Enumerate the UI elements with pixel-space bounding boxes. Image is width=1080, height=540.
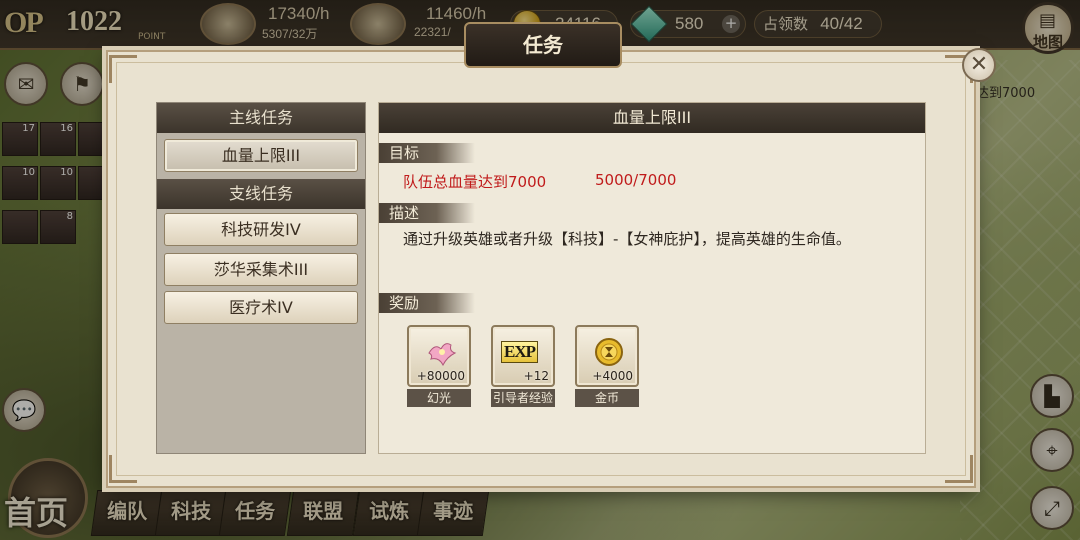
- flower-icon: [428, 343, 457, 367]
- task-dialog: 任务 ✕ 主线任务 血量上限III 支线任务 科技研发IV 莎华采集术III 医…: [106, 22, 996, 488]
- task-detail-title: 血量上限III: [379, 103, 925, 133]
- reward-name: 金币: [575, 389, 639, 407]
- task-item-tech-research-iv[interactable]: 科技研发IV: [164, 213, 358, 246]
- reward-item[interactable]: EXP +12 引导者经验: [491, 325, 555, 407]
- reward-slot: +80000: [407, 325, 471, 387]
- main-task-header: 主线任务: [157, 103, 365, 133]
- goal-description: 队伍总血量达到7000: [403, 173, 547, 191]
- side-task-header: 支线任务: [157, 179, 365, 209]
- gold-coin-icon: [595, 338, 623, 366]
- reward-amount: +80000: [416, 369, 465, 383]
- reward-section-label: 奖励: [379, 293, 475, 313]
- reward-item[interactable]: +80000 幻光: [407, 325, 471, 407]
- reward-name: 幻光: [407, 389, 471, 407]
- close-icon: ✕: [969, 52, 989, 77]
- goal-progress: 5000/7000: [595, 171, 677, 189]
- reward-slot: EXP +12: [491, 325, 555, 387]
- reward-name: 引导者经验: [491, 389, 555, 407]
- dialog-title: 任务: [464, 22, 622, 68]
- reward-amount: +12: [523, 369, 549, 383]
- close-button[interactable]: ✕: [962, 48, 996, 82]
- task-item-hp-cap-iii[interactable]: 血量上限III: [164, 139, 358, 172]
- corner-ornament: [109, 455, 137, 483]
- task-list-panel: 主线任务 血量上限III 支线任务 科技研发IV 莎华采集术III 医疗术IV: [156, 102, 366, 454]
- reward-amount: +4000: [592, 369, 633, 383]
- desc-section-label: 描述: [379, 203, 475, 223]
- task-item-gathering-iii[interactable]: 莎华采集术III: [164, 253, 358, 286]
- exp-icon: EXP: [501, 341, 538, 363]
- task-description: 通过升级英雄或者升级【科技】-【女神庇护】，提高英雄的生命值。: [403, 230, 851, 248]
- corner-ornament: [945, 455, 973, 483]
- reward-slot: +4000: [575, 325, 639, 387]
- goal-section-label: 目标: [379, 143, 475, 163]
- corner-ornament: [109, 55, 137, 83]
- reward-item[interactable]: +4000 金币: [575, 325, 639, 407]
- task-detail-panel: 血量上限III 目标 队伍总血量达到7000 5000/7000 描述 通过升级…: [378, 102, 926, 454]
- task-item-medicine-iv[interactable]: 医疗术IV: [164, 291, 358, 324]
